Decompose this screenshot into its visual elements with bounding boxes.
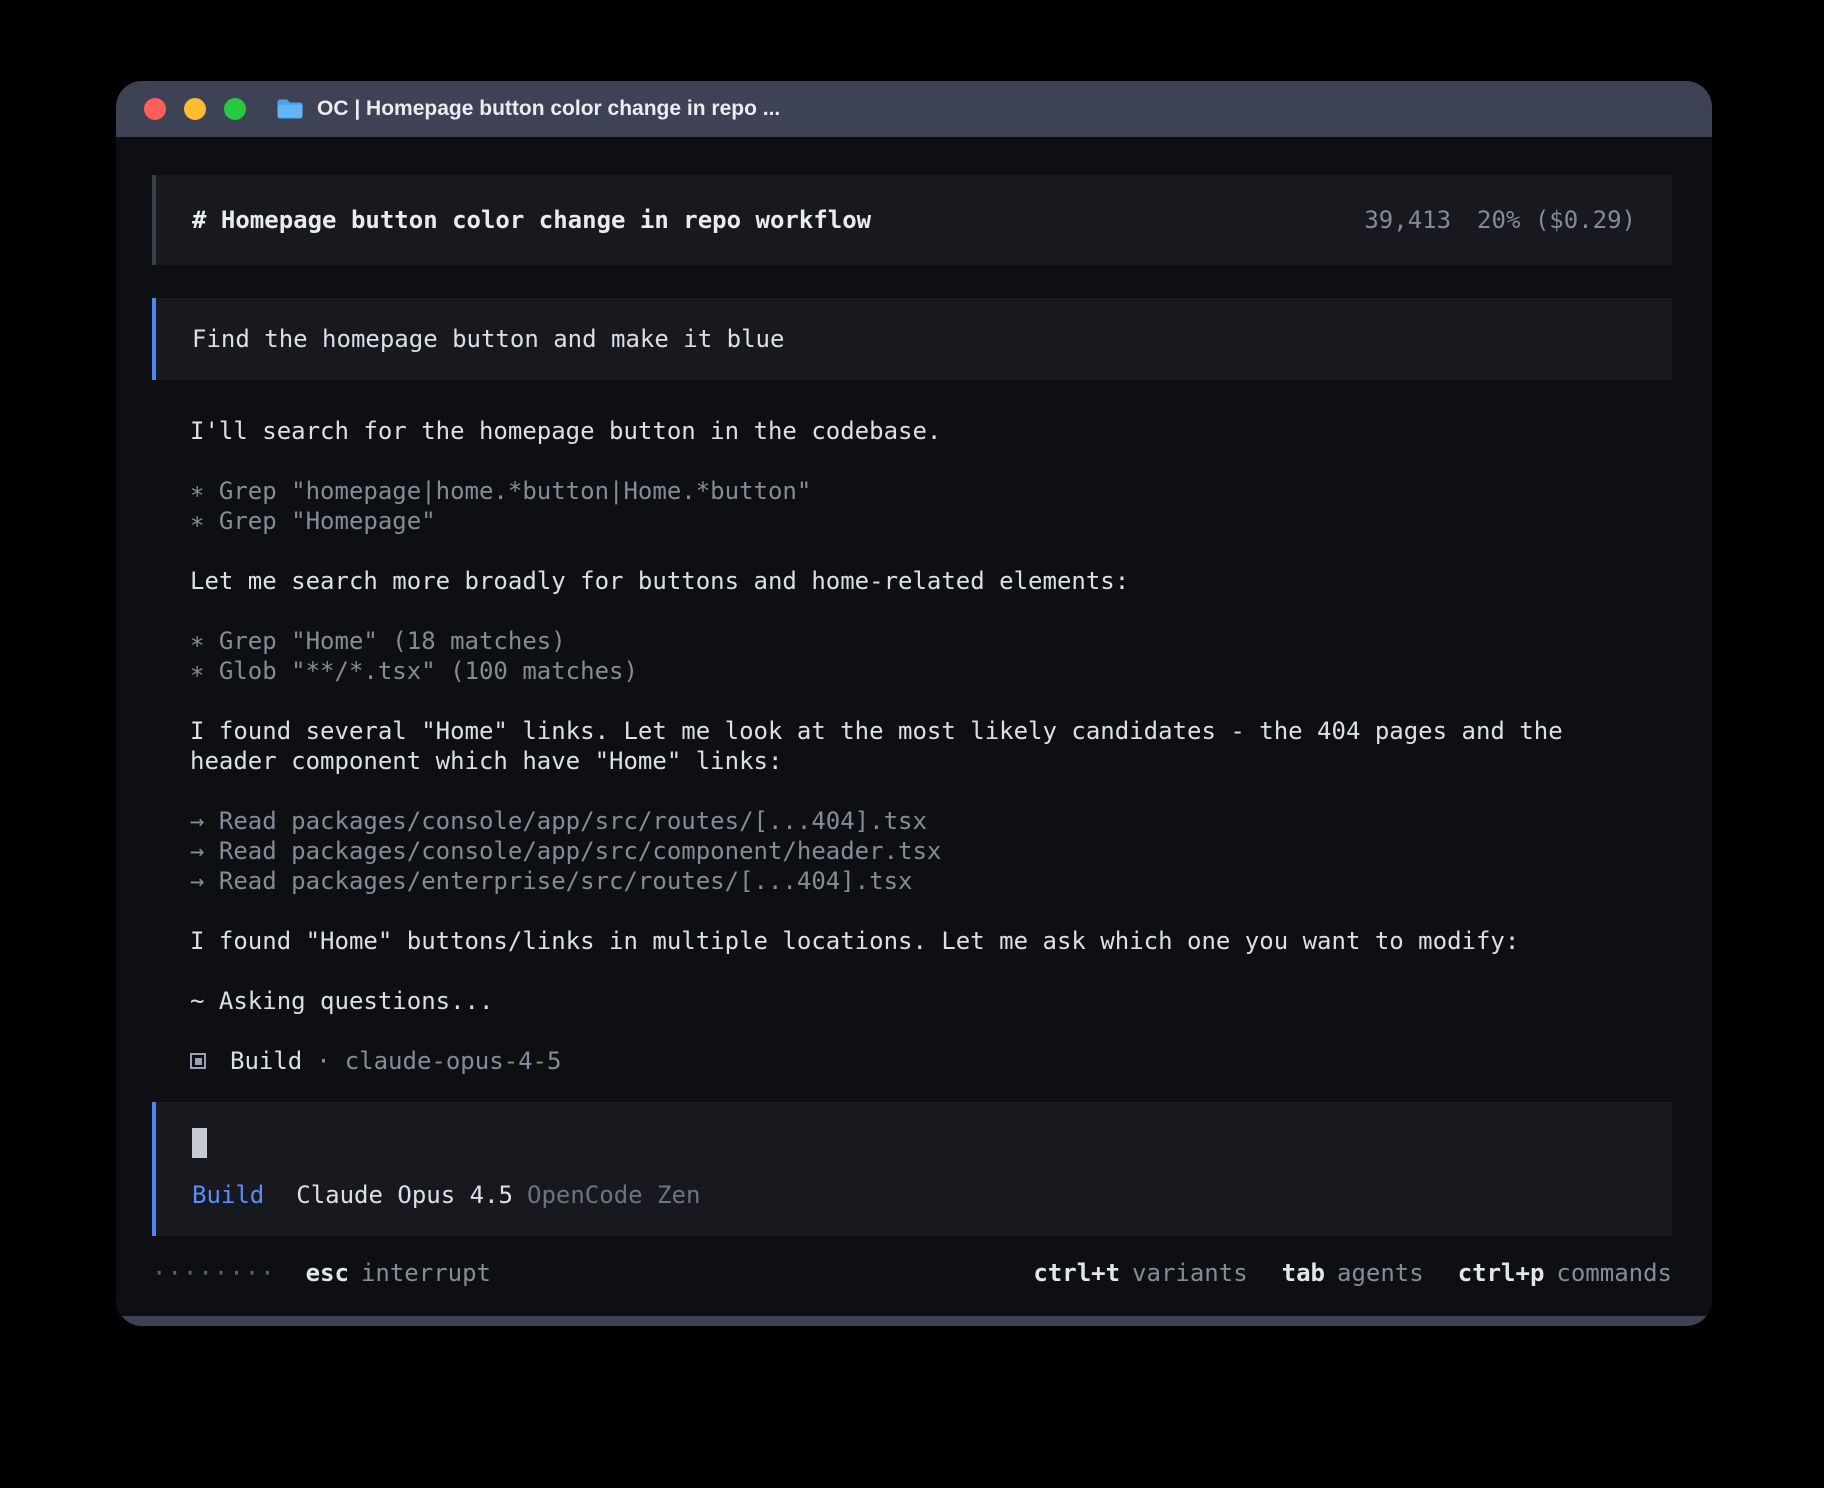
assistant-text: Let me search more broadly for buttons a… (190, 566, 1634, 596)
tool-call-grep: ∗ Grep "Home" (18 matches) (190, 626, 1634, 656)
agent-status-line: Build · claude-opus-4-5 (190, 1046, 1634, 1076)
assistant-text: I found several "Home" links. Let me loo… (190, 716, 1634, 776)
tool-call-group: ∗ Grep "Home" (18 matches) ∗ Glob "**/*.… (190, 626, 1634, 686)
folder-icon (276, 98, 304, 120)
hint-key: esc (306, 1258, 349, 1288)
tool-call-read: → Read packages/enterprise/src/routes/[.… (190, 866, 1634, 896)
agent-model: claude-opus-4-5 (345, 1046, 562, 1076)
model-name: Claude Opus 4.5 (296, 1180, 513, 1210)
agent-separator: · (316, 1046, 330, 1076)
context-usage: 20% ($0.29) (1477, 205, 1636, 235)
agent-mode: Build (192, 1180, 264, 1210)
text-cursor (192, 1128, 207, 1158)
tool-call-grep: ∗ Grep "Homepage" (190, 506, 1634, 536)
tool-call-glob: ∗ Glob "**/*.tsx" (100 matches) (190, 656, 1634, 686)
provider-name: OpenCode Zen (527, 1180, 700, 1210)
hint-commands: ctrl+p commands (1458, 1258, 1672, 1288)
statusbar-right: ctrl+t variants tab agents ctrl+p comman… (1033, 1258, 1672, 1288)
assistant-text: I'll search for the homepage button in t… (190, 416, 1634, 446)
tool-call-group: ∗ Grep "homepage|home.*button|Home.*butt… (190, 476, 1634, 536)
conversation: I'll search for the homepage button in t… (152, 416, 1672, 1076)
hint-label: interrupt (361, 1258, 491, 1288)
tool-call-read: → Read packages/console/app/src/routes/[… (190, 806, 1634, 836)
hint-key: ctrl+t (1033, 1258, 1120, 1288)
prompt-input[interactable]: Build Claude Opus 4.5 OpenCode Zen (152, 1102, 1672, 1236)
hint-label: commands (1556, 1258, 1672, 1288)
agent-name: Build (230, 1046, 302, 1076)
hint-label: agents (1337, 1258, 1424, 1288)
tool-call-read: → Read packages/console/app/src/componen… (190, 836, 1634, 866)
user-message: Find the homepage button and make it blu… (152, 298, 1672, 380)
user-message-text: Find the homepage button and make it blu… (192, 324, 1636, 354)
spinner-dots: ········ (152, 1258, 276, 1288)
statusbar-left: ········ esc interrupt (152, 1258, 491, 1288)
close-button[interactable] (144, 98, 166, 120)
assistant-text: I found "Home" buttons/links in multiple… (190, 926, 1634, 956)
input-status-row: Build Claude Opus 4.5 OpenCode Zen (192, 1180, 1636, 1210)
minimize-button[interactable] (184, 98, 206, 120)
window-title: OC | Homepage button color change in rep… (276, 97, 780, 121)
agent-icon (190, 1053, 206, 1069)
zoom-button[interactable] (224, 98, 246, 120)
session-stats: 39,413 20% ($0.29) (1364, 205, 1636, 235)
titlebar[interactable]: OC | Homepage button color change in rep… (116, 81, 1712, 137)
hint-agents: tab agents (1282, 1258, 1424, 1288)
hint-key: ctrl+p (1458, 1258, 1545, 1288)
hint-label: variants (1132, 1258, 1248, 1288)
window-title-text: OC | Homepage button color change in rep… (317, 97, 780, 121)
terminal-content: # Homepage button color change in repo w… (116, 137, 1712, 1316)
traffic-lights (144, 98, 246, 120)
hint-key: tab (1282, 1258, 1325, 1288)
terminal-window: OC | Homepage button color change in rep… (116, 81, 1712, 1326)
token-count: 39,413 (1364, 205, 1451, 235)
hint-variants: ctrl+t variants (1033, 1258, 1247, 1288)
session-title: # Homepage button color change in repo w… (192, 205, 871, 235)
statusbar: ········ esc interrupt ctrl+t variants t… (152, 1258, 1672, 1288)
assistant-status: ~ Asking questions... (190, 986, 1634, 1016)
tool-call-group: → Read packages/console/app/src/routes/[… (190, 806, 1634, 896)
hint-interrupt: esc interrupt (306, 1258, 491, 1288)
session-header: # Homepage button color change in repo w… (152, 175, 1672, 265)
tool-call-grep: ∗ Grep "homepage|home.*button|Home.*butt… (190, 476, 1634, 506)
